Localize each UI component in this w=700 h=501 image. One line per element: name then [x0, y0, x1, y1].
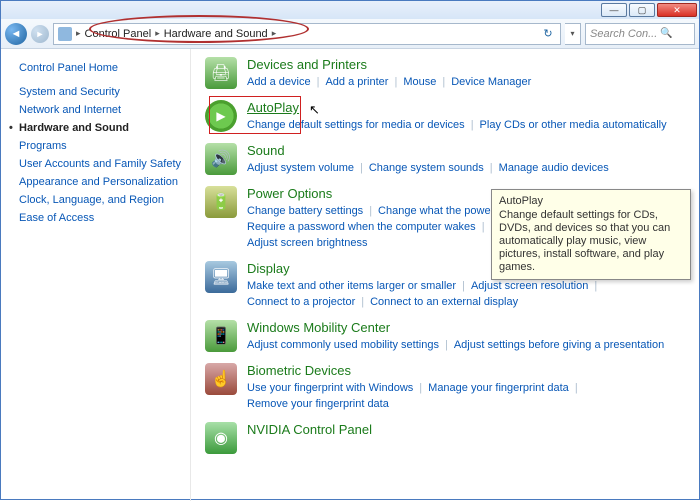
- category-link[interactable]: Add a printer: [325, 74, 388, 90]
- link-divider: |: [369, 203, 372, 219]
- link-divider: |: [317, 74, 320, 90]
- refresh-icon[interactable]: ↻: [540, 26, 556, 42]
- close-button[interactable]: ✕: [657, 3, 697, 17]
- category-link[interactable]: Adjust settings before giving a presenta…: [454, 337, 664, 353]
- maximize-button[interactable]: ▢: [629, 3, 655, 17]
- breadcrumb-item[interactable]: Hardware and Sound: [164, 28, 268, 40]
- category-title[interactable]: NVIDIA Control Panel: [247, 422, 372, 437]
- link-divider: |: [462, 278, 465, 294]
- sidebar: Control Panel Home System and SecurityNe…: [1, 49, 191, 501]
- category: AutoPlay↖Change default settings for med…: [205, 100, 689, 133]
- category-links: Adjust commonly used mobility settings | A…: [247, 337, 664, 353]
- sidebar-home[interactable]: Control Panel Home: [19, 59, 184, 77]
- category-link[interactable]: Change default settings for media or dev…: [247, 117, 465, 133]
- category-link[interactable]: Connect to an external display: [370, 294, 518, 310]
- category-link[interactable]: Use your fingerprint with Windows: [247, 380, 413, 396]
- category-link[interactable]: Change system sounds: [369, 160, 484, 176]
- breadcrumb-item[interactable]: Control Panel: [85, 28, 152, 40]
- body-area: Control Panel Home System and SecurityNe…: [1, 49, 699, 501]
- category-link[interactable]: Change battery settings: [247, 203, 363, 219]
- category-title[interactable]: Windows Mobility Center: [247, 320, 664, 335]
- sidebar-item[interactable]: Network and Internet: [19, 101, 184, 119]
- tooltip: AutoPlay Change default settings for CDs…: [491, 189, 691, 280]
- category-link[interactable]: Play CDs or other media automatically: [480, 117, 667, 133]
- search-icon: 🔍: [660, 28, 672, 39]
- sidebar-item[interactable]: Clock, Language, and Region: [19, 191, 184, 209]
- category-title[interactable]: AutoPlay: [247, 100, 667, 115]
- category-link[interactable]: Manage your fingerprint data: [428, 380, 569, 396]
- category-icon: 🖥: [205, 261, 237, 293]
- link-divider: |: [471, 117, 474, 133]
- nav-forward-button[interactable]: ►: [31, 25, 49, 43]
- link-divider: |: [361, 294, 364, 310]
- category-icon: ☝: [205, 363, 237, 395]
- link-divider: |: [360, 160, 363, 176]
- sidebar-item[interactable]: Appearance and Personalization: [19, 173, 184, 191]
- breadcrumb[interactable]: ▸ Control Panel ▸ Hardware and Sound ▸ ↻: [53, 23, 561, 45]
- category-link[interactable]: Adjust system volume: [247, 160, 354, 176]
- link-divider: |: [394, 74, 397, 90]
- category-icon: 🔋: [205, 186, 237, 218]
- category-link[interactable]: Manage audio devices: [499, 160, 609, 176]
- sidebar-item[interactable]: Programs: [19, 137, 184, 155]
- category-link[interactable]: Adjust commonly used mobility settings: [247, 337, 439, 353]
- category-icon: 📱: [205, 320, 237, 352]
- sidebar-item[interactable]: Hardware and Sound: [19, 119, 184, 137]
- breadcrumb-sep: ▸: [76, 28, 81, 39]
- category-links: Change default settings for media or dev…: [247, 117, 667, 133]
- category-links: Make text and other items larger or smal…: [247, 278, 689, 310]
- link-divider: |: [442, 74, 445, 90]
- category: ☝ Biometric Devices Use your fingerprint w…: [205, 363, 689, 412]
- category-title[interactable]: Devices and Printers: [247, 57, 531, 72]
- tooltip-title: AutoPlay: [499, 195, 683, 208]
- category-link[interactable]: Connect to a projector: [247, 294, 355, 310]
- category-links: Add a device | Add a printer | Mouse | Device …: [247, 74, 531, 90]
- tooltip-body: Change default settings for CDs, DVDs, a…: [499, 209, 670, 273]
- breadcrumb-sep: ▸: [272, 28, 277, 39]
- category-icon: ◉: [205, 422, 237, 454]
- link-divider: |: [445, 337, 448, 353]
- category-link[interactable]: Adjust screen brightness: [247, 235, 367, 251]
- category-link[interactable]: Mouse: [403, 74, 436, 90]
- breadcrumb-dropdown[interactable]: ▾: [565, 23, 581, 45]
- category-title[interactable]: Biometric Devices: [247, 363, 689, 378]
- search-input[interactable]: Search Con... 🔍: [585, 23, 695, 45]
- category-link[interactable]: Remove your fingerprint data: [247, 396, 389, 412]
- category: 🔊 Sound Adjust system volume | Change system…: [205, 143, 689, 176]
- link-divider: |: [482, 219, 485, 235]
- window-frame: — ▢ ✕ ◄ ► ▸ Control Panel ▸ Hardware and…: [0, 0, 700, 500]
- link-divider: |: [575, 380, 578, 396]
- breadcrumb-icon: [58, 27, 72, 41]
- link-divider: |: [419, 380, 422, 396]
- minimize-button[interactable]: —: [601, 3, 627, 17]
- category-link[interactable]: Require a password when the computer wak…: [247, 219, 476, 235]
- sidebar-item[interactable]: Ease of Access: [19, 209, 184, 227]
- link-divider: |: [490, 160, 493, 176]
- navbar: ◄ ► ▸ Control Panel ▸ Hardware and Sound…: [1, 19, 699, 49]
- category-link[interactable]: Make text and other items larger or smal…: [247, 278, 456, 294]
- category-icon: 🖨: [205, 57, 237, 89]
- search-placeholder: Search Con...: [590, 28, 657, 40]
- nav-back-button[interactable]: ◄: [5, 23, 27, 45]
- category-icon: 🔊: [205, 143, 237, 175]
- category-link[interactable]: Device Manager: [451, 74, 531, 90]
- breadcrumb-sep: ▸: [155, 28, 160, 39]
- category-links: Use your fingerprint with Windows | Manage…: [247, 380, 689, 412]
- category: 📱 Windows Mobility Center Adjust commonly …: [205, 320, 689, 353]
- category-title[interactable]: Sound: [247, 143, 609, 158]
- main-panel: 🖨Devices and PrintersAdd a device|Add a …: [191, 49, 699, 501]
- sidebar-item[interactable]: User Accounts and Family Safety: [19, 155, 184, 173]
- category-links: Adjust system volume | Change system sound…: [247, 160, 609, 176]
- category-link[interactable]: Adjust screen resolution: [471, 278, 588, 294]
- category: ◉ NVIDIA Control Panel: [205, 422, 689, 454]
- category: 🖨Devices and PrintersAdd a device|Add a …: [205, 57, 689, 90]
- category-link[interactable]: Add a device: [247, 74, 311, 90]
- titlebar: — ▢ ✕: [1, 1, 699, 19]
- sidebar-item[interactable]: System and Security: [19, 83, 184, 101]
- category-icon: [205, 100, 237, 132]
- link-divider: |: [594, 278, 597, 294]
